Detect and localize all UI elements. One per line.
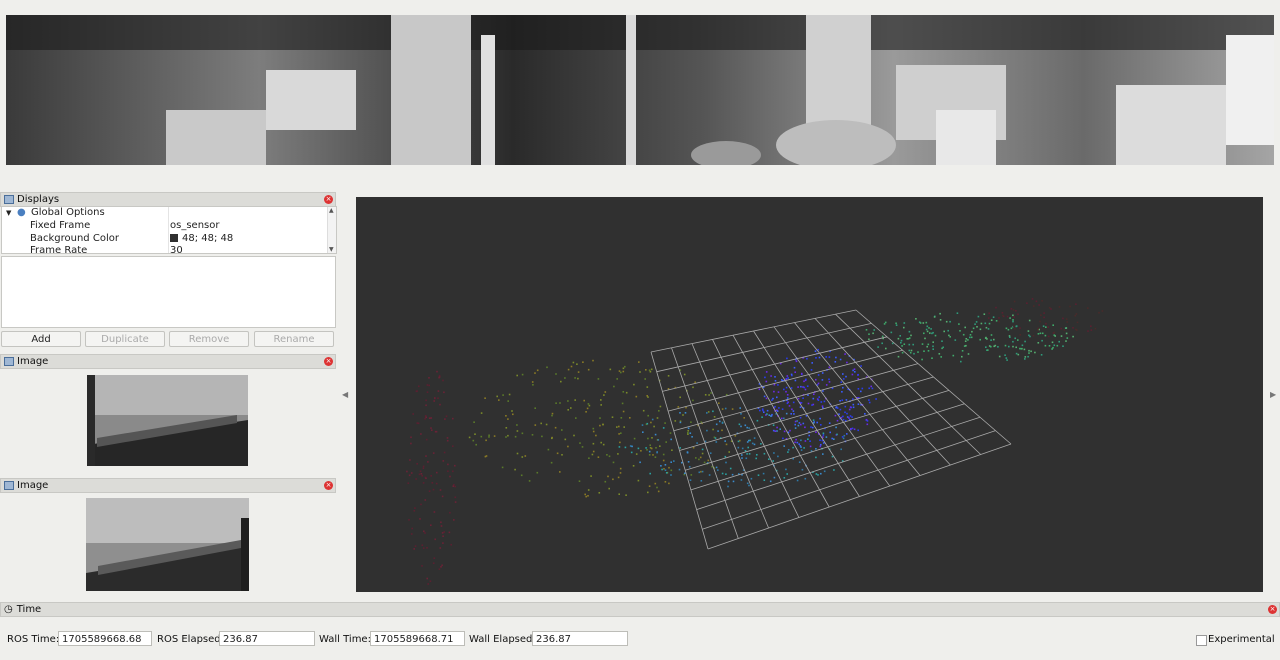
image-panel-header-2: Image × [0, 478, 336, 493]
tree-scrollbar[interactable]: ▲ ▼ [327, 207, 336, 253]
duplicate-button[interactable]: Duplicate [85, 331, 165, 347]
render-3d-view[interactable] [356, 197, 1263, 592]
camera-image-2 [86, 498, 249, 591]
wall-elapsed-label: Wall Elapsed: [469, 634, 536, 645]
scroll-down-icon[interactable]: ▼ [329, 246, 334, 253]
experimental-label: Experimental [1208, 634, 1275, 645]
displays-panel-title: Displays [17, 194, 60, 205]
add-button[interactable]: Add [1, 331, 81, 347]
wall-time-label: Wall Time: [319, 634, 371, 645]
close-icon[interactable]: × [1268, 605, 1277, 614]
image-panel-title-2: Image [17, 480, 49, 491]
scroll-up-icon[interactable]: ▲ [329, 207, 334, 214]
collapse-left-icon[interactable]: ◀ [342, 390, 348, 399]
displays-panel-header: Displays × [0, 192, 336, 207]
ros-elapsed-field[interactable]: 236.87 [219, 631, 315, 646]
tree-row-value[interactable]: os_sensor [170, 220, 219, 233]
close-icon[interactable]: × [324, 195, 333, 204]
ros-time-label: ROS Time: [7, 634, 60, 645]
tree-row-background-color[interactable]: Background Color 48; 48; 48 [2, 233, 327, 246]
image-panel-title-1: Image [17, 356, 49, 367]
image-icon [4, 357, 14, 366]
wall-elapsed-field[interactable]: 236.87 [532, 631, 628, 646]
tree-row-fixed-frame[interactable]: Fixed Frame os_sensor [2, 220, 327, 233]
expand-arrow-icon[interactable]: ▼ [6, 207, 11, 220]
tree-row-frame-rate[interactable]: Frame Rate 30 [2, 245, 327, 254]
color-swatch [170, 233, 178, 242]
ros-time-field[interactable]: 1705589668.68 [58, 631, 152, 646]
camera-image-1 [87, 375, 248, 466]
tree-row-value-wrap[interactable]: 48; 48; 48 [170, 233, 233, 246]
tree-row-global-options[interactable]: ▼ ● Global Options [2, 207, 327, 220]
close-icon[interactable]: × [324, 481, 333, 490]
collapse-right-icon[interactable]: ▶ [1270, 390, 1276, 399]
remove-button[interactable]: Remove [169, 331, 249, 347]
displays-tree[interactable]: ▼ ● Global Options Fixed Frame os_sensor… [1, 206, 337, 254]
tree-row-key: Frame Rate [30, 245, 88, 254]
ros-elapsed-label: ROS Elapsed: [157, 634, 224, 645]
globe-icon: ● [17, 207, 26, 218]
wall-time-field[interactable]: 1705589668.71 [370, 631, 465, 646]
top-camera-image [6, 15, 1274, 165]
tree-root-label: Global Options [31, 207, 105, 218]
image-panel-header-1: Image × [0, 354, 336, 369]
time-panel-header: ◷ Time × [0, 602, 1280, 617]
tree-row-key: Background Color [30, 232, 119, 244]
tree-row-value[interactable]: 30 [170, 245, 183, 253]
close-icon[interactable]: × [324, 357, 333, 366]
tree-row-key: Fixed Frame [30, 220, 91, 231]
time-panel-title: Time [16, 604, 42, 615]
image-icon [4, 481, 14, 490]
tree-row-value: 48; 48; 48 [182, 232, 234, 244]
display-description-area [1, 256, 336, 328]
rename-button[interactable]: Rename [254, 331, 334, 347]
monitor-icon [4, 195, 14, 204]
experimental-checkbox[interactable] [1196, 635, 1207, 646]
clock-icon: ◷ [4, 604, 13, 615]
